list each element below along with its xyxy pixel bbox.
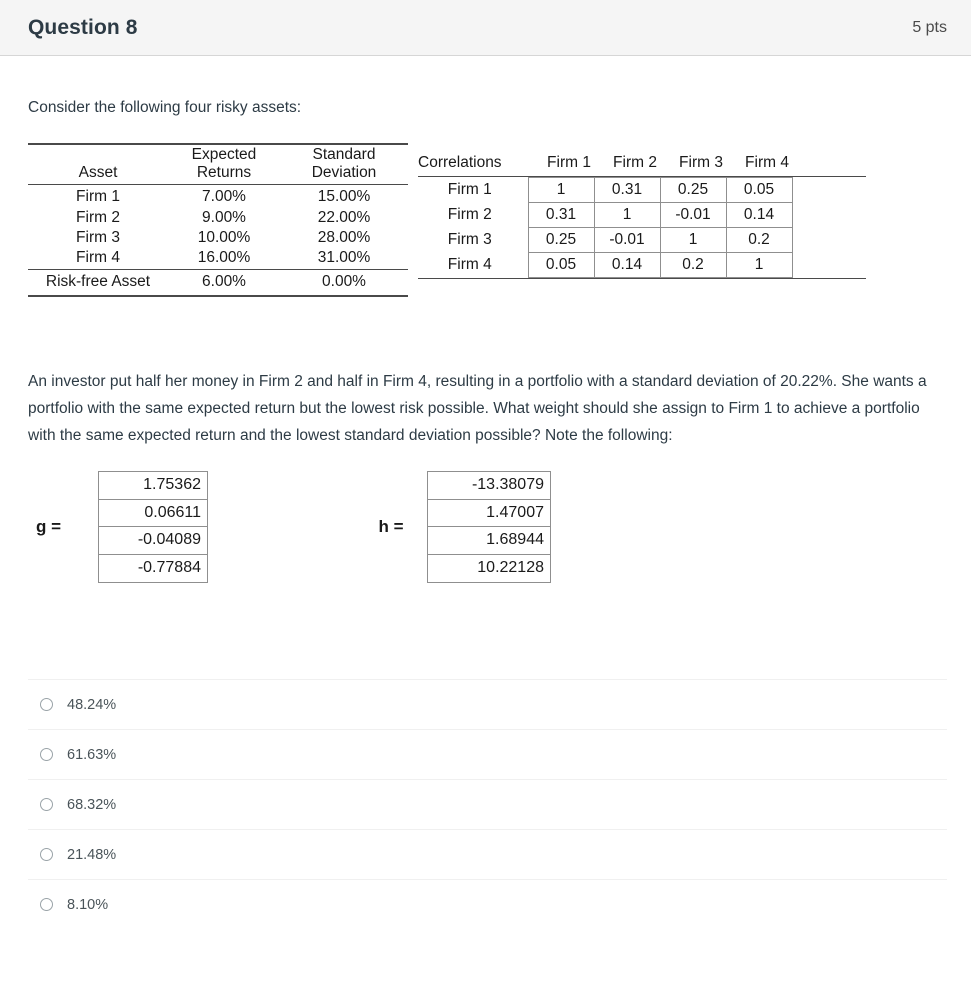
cell-standard-deviation: 15.00% bbox=[317, 188, 371, 206]
corr-cell: 0.14 bbox=[593, 251, 661, 278]
radio-button-icon[interactable] bbox=[40, 748, 53, 762]
vector-h-value: 10.22128 bbox=[428, 555, 550, 583]
cell-expected-return: 6.00% bbox=[168, 268, 280, 296]
question-header: Question 8 5 pts bbox=[0, 0, 971, 56]
header-asset: Asset bbox=[78, 164, 118, 182]
header-expected-returns: Expected Returns bbox=[191, 145, 257, 182]
table-row: Firm 1 1 0.31 0.25 0.05 bbox=[418, 176, 793, 203]
corr-cell: 1 bbox=[659, 226, 727, 253]
corr-cell: 1 bbox=[593, 201, 661, 228]
vector-h: h = -13.38079 1.47007 1.68944 10.22128 bbox=[355, 471, 551, 583]
assets-table-body: Firm 1 7.00% 15.00% Firm 2 9.00% 22.00% … bbox=[28, 184, 408, 296]
cell-standard-deviation: 28.00% bbox=[317, 229, 371, 247]
vector-h-value: 1.68944 bbox=[428, 527, 550, 556]
correlations-row-label-4: Firm 4 bbox=[447, 256, 492, 274]
radio-button-icon[interactable] bbox=[40, 848, 53, 862]
cell-standard-deviation: 0.00% bbox=[280, 268, 408, 296]
answer-label: 21.48% bbox=[67, 846, 117, 863]
tables-block: Asset Expected Returns Standard Deviatio… bbox=[28, 143, 947, 346]
header-standard-deviation: Standard Deviation bbox=[311, 145, 377, 182]
cell-standard-deviation: 31.00% bbox=[317, 249, 371, 267]
assets-table-head: Asset Expected Returns Standard Deviatio… bbox=[28, 143, 408, 185]
assets-header-row: Asset Expected Returns Standard Deviatio… bbox=[28, 143, 408, 185]
vector-g-value: -0.77884 bbox=[99, 555, 207, 583]
corr-cell: -0.01 bbox=[593, 226, 661, 253]
answer-label: 68.32% bbox=[67, 796, 117, 813]
corr-cell: 1 bbox=[527, 176, 595, 203]
correlations-row-label-2: Firm 2 bbox=[447, 206, 492, 224]
answer-label: 48.24% bbox=[67, 696, 117, 713]
question-title: Question 8 bbox=[28, 15, 138, 39]
vector-g-value: 1.75362 bbox=[99, 472, 207, 500]
table-row: Firm 3 10.00% 28.00% bbox=[28, 228, 408, 248]
vector-g-value: 0.06611 bbox=[99, 500, 207, 528]
answer-label: 61.63% bbox=[67, 746, 117, 763]
cell-expected-return: 10.00% bbox=[197, 229, 251, 247]
assets-table: Asset Expected Returns Standard Deviatio… bbox=[28, 143, 408, 297]
vector-h-value: -13.38079 bbox=[428, 472, 550, 500]
question-text: An investor put half her money in Firm 2… bbox=[28, 372, 927, 445]
corr-cell: 0.25 bbox=[527, 226, 595, 253]
cell-asset: Firm 3 bbox=[76, 229, 120, 247]
corr-cell: 0.31 bbox=[527, 201, 595, 228]
table-row: Firm 2 9.00% 22.00% bbox=[28, 208, 408, 228]
corr-cell: 0.2 bbox=[659, 251, 727, 278]
corr-cell: 0.25 bbox=[659, 176, 727, 203]
answer-option-5[interactable]: 8.10% bbox=[28, 879, 947, 929]
radio-button-icon[interactable] bbox=[40, 898, 53, 912]
answer-label: 8.10% bbox=[67, 896, 109, 913]
correlations-header-row: Correlations Firm 1 Firm 2 Firm 3 Firm 4 bbox=[418, 154, 868, 176]
correlations-row-label-1: Firm 1 bbox=[447, 181, 492, 199]
radio-button-icon[interactable] bbox=[40, 698, 53, 712]
vector-h-value: 1.47007 bbox=[428, 500, 550, 528]
correlations-row-label-3: Firm 3 bbox=[447, 231, 492, 249]
corr-cell: 0.31 bbox=[593, 176, 661, 203]
corr-cell: 0.05 bbox=[725, 176, 793, 203]
vector-h-label: h = bbox=[378, 516, 404, 536]
vector-g-box: 1.75362 0.06611 -0.04089 -0.77884 bbox=[98, 471, 208, 583]
correlations-corner-label: Correlations bbox=[418, 153, 502, 171]
cell-asset: Firm 2 bbox=[76, 208, 120, 226]
vector-g: g = 1.75362 0.06611 -0.04089 -0.77884 bbox=[36, 471, 208, 583]
radio-button-icon[interactable] bbox=[40, 798, 53, 812]
question-points: 5 pts bbox=[912, 18, 947, 36]
cell-expected-return: 9.00% bbox=[202, 208, 246, 226]
corr-cell: 0.2 bbox=[725, 226, 793, 253]
cell-standard-deviation: 22.00% bbox=[317, 208, 371, 226]
table-row: Firm 1 7.00% 15.00% bbox=[28, 184, 408, 208]
cell-expected-return: 7.00% bbox=[202, 188, 246, 206]
correlations-col-header-3: Firm 3 bbox=[679, 153, 723, 171]
cell-asset: Firm 4 bbox=[76, 249, 120, 267]
cell-asset: Firm 1 bbox=[76, 188, 120, 206]
correlations-table: Correlations Firm 1 Firm 2 Firm 3 Firm 4… bbox=[418, 154, 868, 279]
table-row: Firm 4 0.05 0.14 0.2 1 bbox=[418, 251, 793, 278]
corr-cell: -0.01 bbox=[659, 201, 727, 228]
intro-text: Consider the following four risky assets… bbox=[28, 99, 302, 116]
vector-g-label: g = bbox=[36, 516, 62, 536]
question-body: Consider the following four risky assets… bbox=[0, 98, 971, 929]
vectors-block: g = 1.75362 0.06611 -0.04089 -0.77884 h … bbox=[28, 471, 947, 621]
answer-option-2[interactable]: 61.63% bbox=[28, 729, 947, 779]
table-row: Firm 2 0.31 1 -0.01 0.14 bbox=[418, 201, 793, 228]
cell-asset: Risk-free Asset bbox=[28, 268, 168, 296]
answer-options: 48.24% 61.63% 68.32% 21.48% 8.10% bbox=[28, 679, 947, 929]
correlations-col-header-4: Firm 4 bbox=[745, 153, 789, 171]
vector-h-box: -13.38079 1.47007 1.68944 10.22128 bbox=[427, 471, 551, 583]
answer-option-3[interactable]: 68.32% bbox=[28, 779, 947, 829]
corr-cell: 0.14 bbox=[725, 201, 793, 228]
table-row-risk-free: Risk-free Asset 6.00% 0.00% bbox=[28, 268, 408, 296]
correlations-grid: Firm 1 1 0.31 0.25 0.05 Firm 2 0.31 1 -0… bbox=[418, 176, 793, 278]
answer-option-1[interactable]: 48.24% bbox=[28, 679, 947, 729]
table-row: Firm 4 16.00% 31.00% bbox=[28, 248, 408, 269]
corr-cell: 0.05 bbox=[527, 251, 595, 278]
correlations-col-header-1: Firm 1 bbox=[547, 153, 591, 171]
cell-expected-return: 16.00% bbox=[197, 249, 251, 267]
correlations-bottom-rule bbox=[418, 277, 866, 279]
correlations-col-header-2: Firm 2 bbox=[613, 153, 657, 171]
table-row: Firm 3 0.25 -0.01 1 0.2 bbox=[418, 226, 793, 253]
answer-option-4[interactable]: 21.48% bbox=[28, 829, 947, 879]
vector-g-value: -0.04089 bbox=[99, 527, 207, 556]
corr-cell: 1 bbox=[725, 251, 793, 278]
